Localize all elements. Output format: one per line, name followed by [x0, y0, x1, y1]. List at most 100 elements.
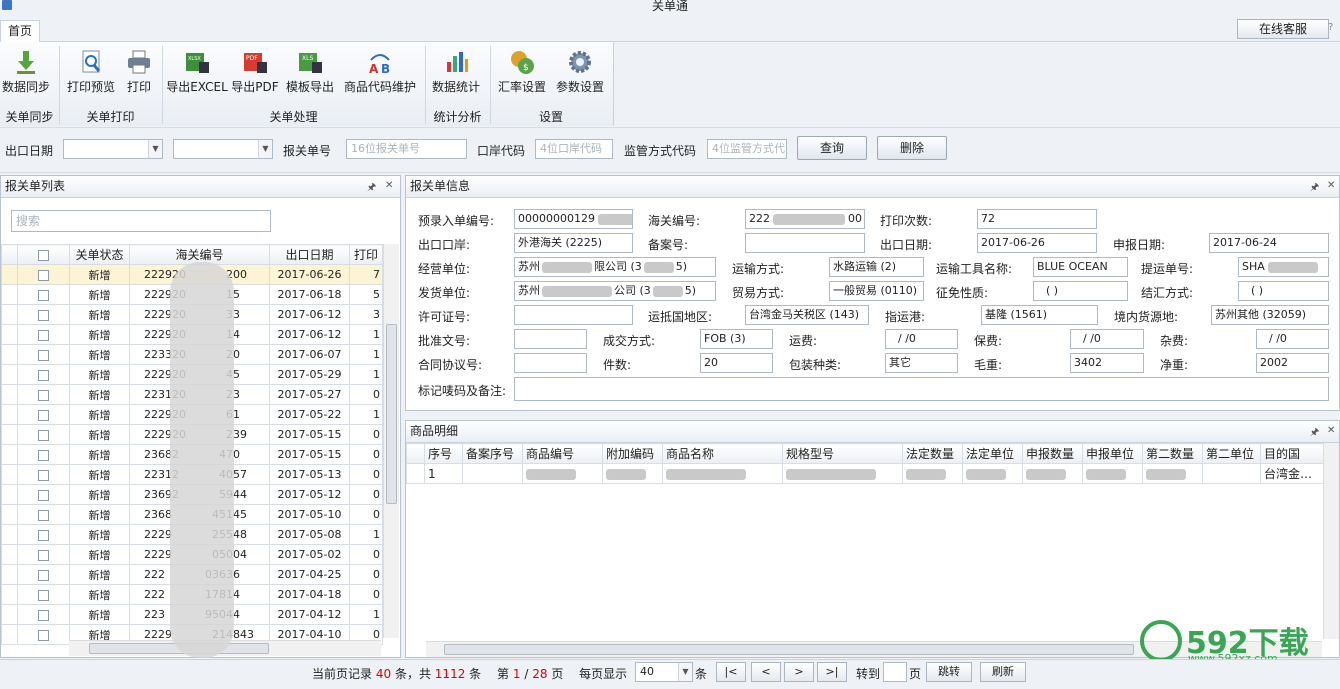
- checkbox[interactable]: [38, 509, 49, 521]
- supervise-input[interactable]: 4位监管方式代: [707, 139, 787, 159]
- jump-button[interactable]: 跳转: [926, 662, 972, 682]
- row-checkbox-cell[interactable]: [17, 444, 70, 465]
- row-checkbox-cell[interactable]: [17, 424, 70, 445]
- online-service-button[interactable]: 在线客服: [1237, 19, 1329, 39]
- chevron-down-icon[interactable]: ▼: [678, 663, 692, 681]
- checkbox[interactable]: [38, 309, 49, 321]
- row-checkbox-cell[interactable]: [17, 584, 70, 605]
- col-print[interactable]: 打印: [349, 244, 383, 265]
- chevron-down-icon[interactable]: ▼: [148, 140, 162, 158]
- pin-icon[interactable]: 🖈: [1310, 180, 1319, 197]
- goods-col-3[interactable]: 附加编码: [602, 443, 663, 464]
- goods-col-4[interactable]: 商品名称: [662, 443, 783, 464]
- list-vertical-scrollbar[interactable]: [383, 244, 399, 638]
- template-export-button[interactable]: XLS 模板导出: [282, 44, 338, 95]
- port-code-input[interactable]: 4位口岸代码: [535, 139, 613, 159]
- bill-no-field[interactable]: SHA: [1238, 257, 1329, 277]
- export-excel-button[interactable]: XLSX 导出EXCEL: [166, 44, 228, 95]
- refresh-button[interactable]: 刷新: [980, 662, 1026, 682]
- checkbox[interactable]: [38, 409, 49, 421]
- license-field[interactable]: [514, 305, 633, 325]
- insurance-field[interactable]: / /0: [1070, 329, 1144, 349]
- tax-nature-field[interactable]: ( ): [1033, 281, 1128, 301]
- checkbox[interactable]: [38, 529, 49, 541]
- trade-mode-field[interactable]: 一般贸易 (0110): [829, 281, 924, 301]
- checkbox[interactable]: [38, 569, 49, 581]
- vehicle-field[interactable]: BLUE OCEAN: [1033, 257, 1128, 277]
- goods-col-7[interactable]: 法定单位: [962, 443, 1023, 464]
- row-checkbox-cell[interactable]: [17, 304, 70, 325]
- goods-col-2[interactable]: 商品编号: [522, 443, 603, 464]
- row-checkbox-cell[interactable]: [17, 284, 70, 305]
- row-checkbox-cell[interactable]: [17, 564, 70, 585]
- row-checkbox-cell[interactable]: [17, 524, 70, 545]
- sync-button[interactable]: 数据同步: [0, 44, 52, 95]
- row-checkbox-cell[interactable]: [17, 604, 70, 625]
- package-field[interactable]: 其它: [885, 353, 958, 373]
- stats-button[interactable]: 数据统计: [428, 44, 484, 95]
- row-checkbox-cell[interactable]: [17, 404, 70, 425]
- checkbox[interactable]: [38, 589, 49, 601]
- goods-code-button[interactable]: AB 商品代码维护: [340, 44, 420, 95]
- close-icon[interactable]: ✕: [385, 180, 393, 191]
- goto-page-input[interactable]: [883, 662, 907, 682]
- scroll-thumb[interactable]: [444, 644, 1134, 655]
- goods-vertical-scrollbar[interactable]: [1323, 443, 1339, 639]
- row-checkbox-cell[interactable]: [17, 464, 70, 485]
- help-icon[interactable]: ?: [1328, 22, 1333, 33]
- per-page-select[interactable]: 40 ▼: [635, 662, 693, 682]
- gross-weight-field[interactable]: 3402: [1070, 353, 1144, 373]
- checkbox[interactable]: [38, 489, 49, 501]
- row-checkbox-cell[interactable]: [17, 344, 70, 365]
- checkbox[interactable]: [38, 249, 49, 261]
- goods-col-6[interactable]: 法定数量: [902, 443, 963, 464]
- shipper-field[interactable]: 苏州 公司 (3 5): [514, 281, 716, 301]
- chevron-down-icon[interactable]: ▼: [258, 140, 272, 158]
- last-page-button[interactable]: >|: [817, 662, 847, 682]
- domestic-source-field[interactable]: 苏州其他 (32059): [1211, 305, 1329, 325]
- record-no-field[interactable]: [745, 233, 865, 253]
- col-export-date[interactable]: 出口日期: [269, 244, 350, 265]
- checkbox[interactable]: [38, 329, 49, 341]
- deal-mode-field[interactable]: FOB (3): [700, 329, 773, 349]
- transport-field[interactable]: 水路运输 (2): [829, 257, 924, 277]
- first-page-button[interactable]: |<: [716, 662, 746, 682]
- checkbox[interactable]: [38, 389, 49, 401]
- customs-no-input[interactable]: 16位报关单号: [346, 139, 467, 159]
- col-status[interactable]: 关单状态: [69, 244, 130, 265]
- goods-col-9[interactable]: 申报单位: [1082, 443, 1143, 464]
- pin-icon[interactable]: 🖈: [1310, 425, 1319, 442]
- customs-no-field[interactable]: 222 00: [745, 209, 865, 229]
- close-icon[interactable]: ✕: [1327, 425, 1335, 436]
- checkbox[interactable]: [38, 289, 49, 301]
- freight-field[interactable]: / /0: [885, 329, 958, 349]
- declare-date-field[interactable]: 2017-06-24: [1209, 233, 1329, 253]
- goods-col-1[interactable]: 备案序号: [462, 443, 523, 464]
- net-weight-field[interactable]: 2002: [1256, 353, 1329, 373]
- loading-port-field[interactable]: 基隆 (1561): [981, 305, 1098, 325]
- checkbox[interactable]: [38, 629, 49, 641]
- row-checkbox-cell[interactable]: [17, 484, 70, 505]
- pin-icon[interactable]: 🖈: [367, 180, 376, 197]
- export-pdf-button[interactable]: PDF 导出PDF: [230, 44, 280, 95]
- row-checkbox-cell[interactable]: [17, 624, 70, 645]
- goods-col-8[interactable]: 申报数量: [1022, 443, 1083, 464]
- exchange-rate-button[interactable]: $ 汇率设置: [494, 44, 550, 95]
- marks-field[interactable]: [514, 377, 1329, 401]
- contract-field[interactable]: [514, 353, 587, 373]
- checkbox[interactable]: [38, 449, 49, 461]
- row-checkbox-cell[interactable]: [17, 384, 70, 405]
- prev-page-button[interactable]: <: [751, 662, 781, 682]
- approval-field[interactable]: [514, 329, 587, 349]
- misc-field[interactable]: / /0: [1256, 329, 1329, 349]
- business-unit-field[interactable]: 苏州 限公司 (3 5): [514, 257, 716, 277]
- goods-col-12[interactable]: 目的国: [1260, 443, 1325, 464]
- checkbox[interactable]: [38, 469, 49, 481]
- goods-col-5[interactable]: 规格型号: [782, 443, 903, 464]
- checkbox[interactable]: [38, 549, 49, 561]
- dest-country-field[interactable]: 台湾金马关税区 (143): [745, 305, 869, 325]
- goods-col-11[interactable]: 第二单位: [1202, 443, 1261, 464]
- checkbox[interactable]: [38, 269, 49, 281]
- checkbox[interactable]: [38, 609, 49, 621]
- scroll-thumb[interactable]: [386, 324, 397, 504]
